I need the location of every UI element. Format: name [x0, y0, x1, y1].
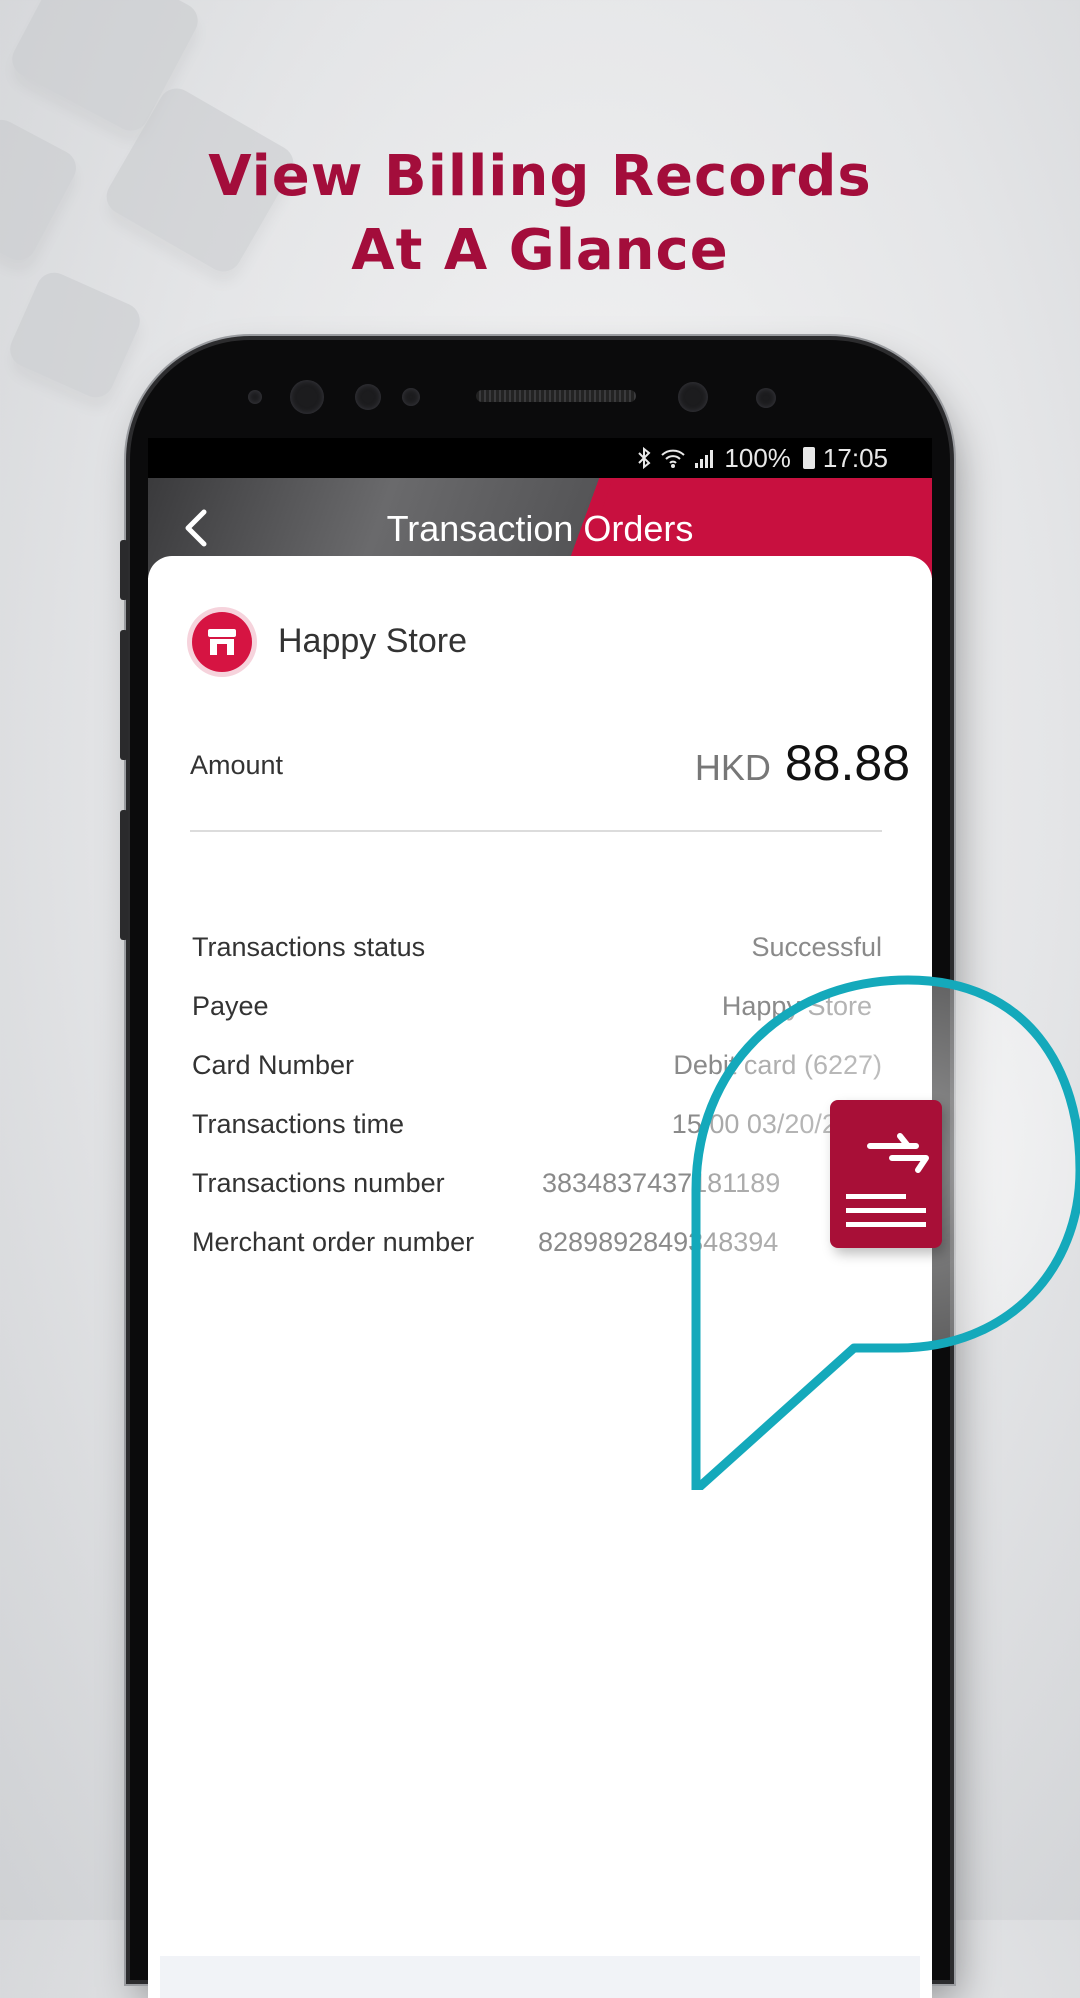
battery-icon: [802, 447, 815, 469]
phone-side-button: [120, 540, 128, 600]
earpiece-speaker: [476, 390, 636, 402]
bluetooth-icon: [638, 446, 651, 470]
merchant-name: Happy Store: [278, 622, 467, 660]
headline-line-2: At A Glance: [351, 218, 729, 283]
phone-sensor: [756, 388, 776, 408]
amount-label: Amount: [190, 750, 284, 780]
divider: [190, 830, 882, 832]
phone-sensor: [402, 388, 420, 406]
amount-number: 88.88: [784, 735, 910, 791]
amount-value: HKD 88.88: [695, 734, 910, 792]
headline-line-1: View Billing Records: [208, 144, 872, 209]
status-bar: 100% 17:05: [148, 438, 932, 478]
headline: View Billing Records At A Glance: [0, 140, 1080, 288]
store-icon: [192, 612, 252, 672]
page-title: Transaction Orders: [386, 508, 694, 549]
phone-side-button: [120, 810, 128, 940]
wifi-icon: [661, 449, 686, 468]
phone-side-button: [120, 630, 128, 760]
phone-sensor: [248, 390, 262, 404]
iris-camera: [678, 382, 708, 412]
amount-currency: HKD: [694, 747, 771, 788]
billing-document-icon: [830, 1100, 942, 1248]
phone-sensor: [355, 384, 381, 410]
signal-icon: [695, 450, 714, 468]
detail-label: Transactions time: [192, 1109, 405, 1139]
detail-label: Merchant order number: [192, 1227, 475, 1257]
detail-value: Successful: [751, 932, 882, 962]
detail-label: Card Number: [192, 1050, 355, 1080]
bottom-bar: [160, 1956, 920, 1998]
detail-label: Payee: [192, 991, 269, 1021]
battery-percent: 100%: [724, 442, 791, 473]
detail-label: Transactions number: [192, 1168, 445, 1198]
status-time: 17:05: [822, 442, 888, 473]
detail-label: Transactions status: [192, 932, 426, 962]
front-camera: [290, 380, 324, 414]
